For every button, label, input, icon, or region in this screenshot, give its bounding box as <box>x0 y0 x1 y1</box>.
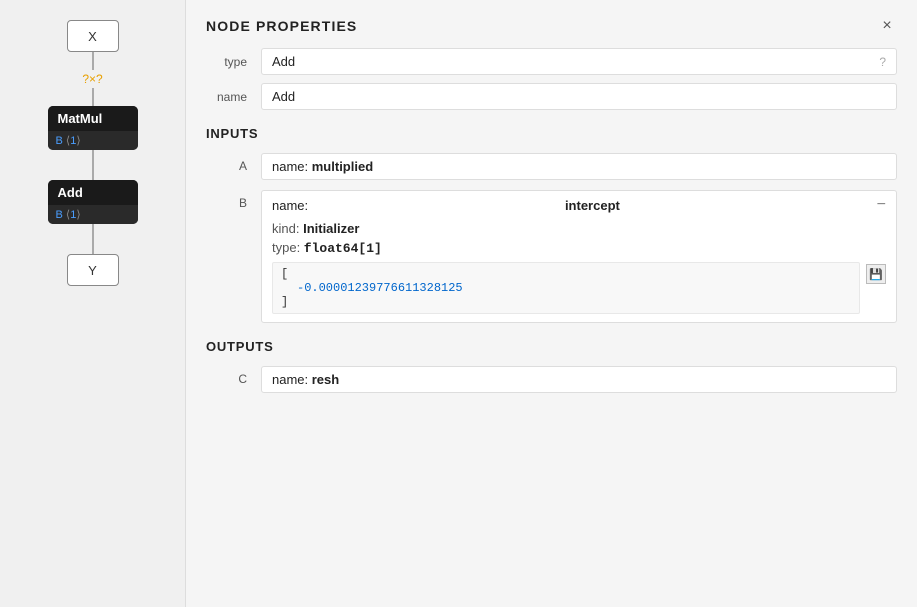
type-value: Add <box>272 54 295 69</box>
input-b-name-prefix: name: <box>272 198 308 213</box>
panel-title: NODE PROPERTIES <box>206 18 357 34</box>
save-icon-glyph: 💾 <box>869 268 883 281</box>
panel-header: NODE PROPERTIES × <box>186 0 917 48</box>
input-a-value-box: name: multiplied <box>261 153 897 180</box>
add-node-footer: B ⟨1⟩ <box>48 205 138 224</box>
input-a-name-value: multiplied <box>312 159 373 174</box>
input-a-label: A <box>206 153 261 180</box>
input-a-section: A name: multiplied <box>206 153 897 180</box>
array-number: -0.000012397766113281​25 <box>281 281 851 295</box>
connector-line-4 <box>92 224 94 254</box>
close-button[interactable]: × <box>877 16 897 36</box>
input-b-section: B name: intercept − kind: Initializer ty… <box>206 190 897 323</box>
type-label: type <box>206 55 261 69</box>
add-node[interactable]: Add B ⟨1⟩ <box>48 180 138 224</box>
inputs-header: INPUTS <box>206 126 897 141</box>
input-b-kind-value: Initializer <box>303 221 359 236</box>
matmul-node-footer: B ⟨1⟩ <box>48 131 138 150</box>
output-c-label: C <box>206 366 261 393</box>
connector-line-1 <box>92 52 94 70</box>
matmul-node-title: MatMul <box>48 106 138 131</box>
connector-line-2 <box>92 88 94 106</box>
input-b-kind-row: kind: Initializer <box>262 219 896 238</box>
type-row: type Add ? <box>206 48 897 75</box>
y-node-label: Y <box>88 263 97 278</box>
input-b-type-row: type: float64[1] <box>262 238 896 258</box>
connector-line-3 <box>92 150 94 180</box>
input-b-minus-button[interactable]: − <box>877 196 886 214</box>
connector-label-1: ?×? <box>82 70 102 88</box>
add-node-title: Add <box>48 180 138 205</box>
properties-content: type Add ? name Add INPUTS A name: multi… <box>186 48 917 423</box>
input-b-value-box: name: intercept − kind: Initializer type… <box>261 190 897 323</box>
name-value-box[interactable]: Add <box>261 83 897 110</box>
save-icon-button[interactable]: 💾 <box>866 264 886 284</box>
type-value-box: Add ? <box>261 48 897 75</box>
array-value-box: [ -0.000012397766113281​25 ] <box>272 262 860 314</box>
x-node-label: X <box>88 29 97 44</box>
input-b-kind-label: kind: <box>272 221 303 236</box>
graph-panel: X ?×? MatMul B ⟨1⟩ Add B ⟨1⟩ Y <box>0 0 185 607</box>
properties-panel: NODE PROPERTIES × type Add ? name Add IN… <box>185 0 917 607</box>
array-open: [ <box>281 267 288 281</box>
output-c-value-box: name: resh <box>261 366 897 393</box>
output-c-section: C name: resh <box>206 366 897 393</box>
y-node[interactable]: Y <box>67 254 119 286</box>
name-label: name <box>206 90 261 104</box>
input-b-type-value: float64[1] <box>304 241 382 256</box>
array-content: [ -0.000012397766113281​25 ] <box>281 267 851 309</box>
array-close: ] <box>281 295 288 309</box>
input-b-name-value: intercept <box>565 198 620 213</box>
matmul-node[interactable]: MatMul B ⟨1⟩ <box>48 106 138 150</box>
array-container: [ -0.000012397766113281​25 ] 💾 <box>272 262 886 314</box>
output-c-name-value: resh <box>312 372 339 387</box>
input-b-name-row: name: intercept − <box>262 191 896 219</box>
x-node[interactable]: X <box>67 20 119 52</box>
input-a-name-prefix: name: <box>272 159 312 174</box>
type-help-icon[interactable]: ? <box>879 55 886 69</box>
name-row: name Add <box>206 83 897 110</box>
name-value: Add <box>272 89 295 104</box>
outputs-header: OUTPUTS <box>206 339 897 354</box>
input-b-label: B <box>206 190 261 323</box>
output-c-name-prefix: name: <box>272 372 312 387</box>
input-b-type-label: type: <box>272 240 304 255</box>
